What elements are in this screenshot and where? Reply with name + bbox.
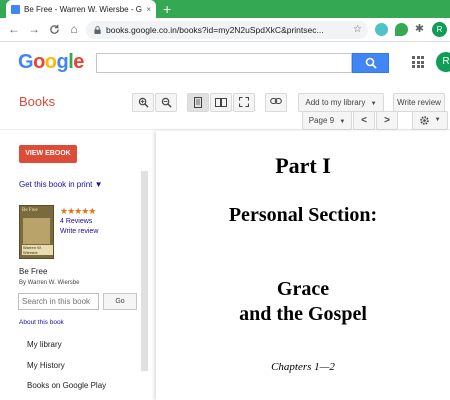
back-icon[interactable]: ← [6, 21, 22, 37]
page-select[interactable]: Page 9 ▼ [302, 111, 352, 130]
rating-stars: ★★★★★ [60, 206, 96, 216]
link-button[interactable] [265, 93, 287, 112]
cover-author: Warren W. Wiersbe [22, 245, 53, 255]
add-to-library-label: Add to my library [305, 98, 366, 107]
tab-close-icon[interactable]: × [146, 5, 151, 14]
tab-title: Be Free - Warren W. Wiersbe - G [24, 4, 142, 14]
search-in-book-input[interactable] [18, 293, 99, 310]
add-to-library-button[interactable]: Add to my library ▼ [298, 93, 384, 112]
browser-tab-strip: Be Free - Warren W. Wiersbe - G × + [0, 0, 450, 18]
book-title: Be Free [19, 267, 48, 276]
search-input[interactable] [96, 53, 352, 73]
write-review-link[interactable]: Write review [60, 228, 98, 235]
zoom-out-icon [161, 97, 172, 108]
chevron-down-icon: ▼ [370, 101, 377, 107]
part-heading: Part I [275, 153, 331, 178]
evernote-icon[interactable] [395, 23, 408, 36]
chapters-subheading: Chapters 1—2 [271, 361, 335, 373]
apps-grid-icon[interactable] [412, 56, 424, 68]
previous-page-button[interactable]: < [353, 111, 375, 130]
next-page-button[interactable]: > [376, 111, 398, 130]
zoom-in-icon [138, 97, 149, 108]
cover-title: Be Free [22, 208, 38, 213]
url-bar[interactable]: books.google.co.in/books?id=my2N2uSpdXkC… [86, 21, 368, 39]
address-bar-row: ← → ⌂ books.google.co.in/books?id=my2N2u… [0, 18, 450, 42]
reviews-link[interactable]: 4 Reviews [60, 218, 92, 225]
logo-letter: o [33, 51, 45, 73]
link-icon [270, 97, 282, 105]
chevron-down-icon: ▼ [339, 119, 346, 125]
books-toolbar: Books Add to my library ▼ Write review P… [0, 80, 450, 130]
fullscreen-icon [238, 96, 250, 108]
go-button[interactable]: Go [103, 293, 137, 310]
fullscreen-button[interactable] [233, 93, 255, 112]
google-logo[interactable]: Google [18, 51, 84, 74]
zoom-out-button[interactable] [155, 93, 177, 112]
cover-illustration [23, 218, 50, 244]
sidebar-scrollbar[interactable] [141, 171, 148, 371]
view-ebook-button[interactable]: VIEW EBOOK [19, 145, 77, 163]
logo-letter: e [73, 51, 84, 73]
chevron-down-icon: ▼ [434, 117, 441, 123]
grace-heading: Grace and the Gospel [156, 277, 450, 327]
google-header: Google R [0, 42, 450, 80]
sidebar-item-my-library[interactable]: My library [27, 340, 62, 349]
reload-icon[interactable] [46, 21, 62, 37]
book-page[interactable]: Part I Personal Section: Grace and the G… [156, 131, 450, 400]
extensions-puzzle-icon[interactable]: ✱ [413, 23, 426, 36]
grace-line-1: Grace [276, 278, 330, 300]
lock-icon [94, 26, 101, 34]
sidebar-item-books-on-google-play[interactable]: Books on Google Play [27, 381, 106, 390]
books-title[interactable]: Books [19, 94, 55, 109]
single-page-view-button[interactable] [187, 93, 209, 112]
book-cover[interactable]: Be Free Warren W. Wiersbe [19, 205, 54, 259]
get-book-in-print-link[interactable]: Get this book in print ▼ [19, 180, 103, 189]
browser-profile-avatar[interactable]: R [432, 22, 447, 37]
bookmark-star-icon[interactable]: ☆ [353, 21, 362, 39]
settings-button[interactable]: ▼ [412, 111, 448, 130]
book-author: By Warren W. Wiersbe [19, 280, 80, 286]
page-select-label: Page 9 [308, 116, 335, 125]
write-review-button[interactable]: Write review [393, 93, 445, 112]
gear-icon [420, 116, 430, 125]
two-page-icon [215, 98, 227, 107]
browser-tab[interactable]: Be Free - Warren W. Wiersbe - G × [6, 0, 156, 18]
home-icon[interactable]: ⌂ [66, 21, 82, 37]
book-sidebar [0, 131, 150, 400]
logo-letter: G [18, 51, 34, 73]
grace-line-2: and the Gospel [239, 303, 367, 325]
about-this-book-link[interactable]: About this book [19, 319, 64, 326]
zoom-in-button[interactable] [132, 93, 154, 112]
forward-icon[interactable]: → [26, 21, 42, 37]
single-page-icon [194, 97, 202, 108]
section-heading: Personal Section: [228, 204, 378, 226]
new-tab-button[interactable]: + [163, 1, 171, 17]
sidebar-item-my-history[interactable]: My History [27, 361, 65, 370]
google-books-favicon-icon [11, 4, 20, 14]
two-page-view-button[interactable] [210, 93, 232, 112]
logo-letter: g [56, 51, 69, 73]
url-text: books.google.co.in/books?id=my2N2uSpdXkC… [106, 25, 324, 35]
logo-letter: o [44, 51, 57, 73]
search-icon [365, 57, 377, 69]
extension-icon[interactable] [375, 23, 388, 36]
avatar[interactable]: R [436, 52, 450, 72]
search-button[interactable] [352, 53, 389, 73]
